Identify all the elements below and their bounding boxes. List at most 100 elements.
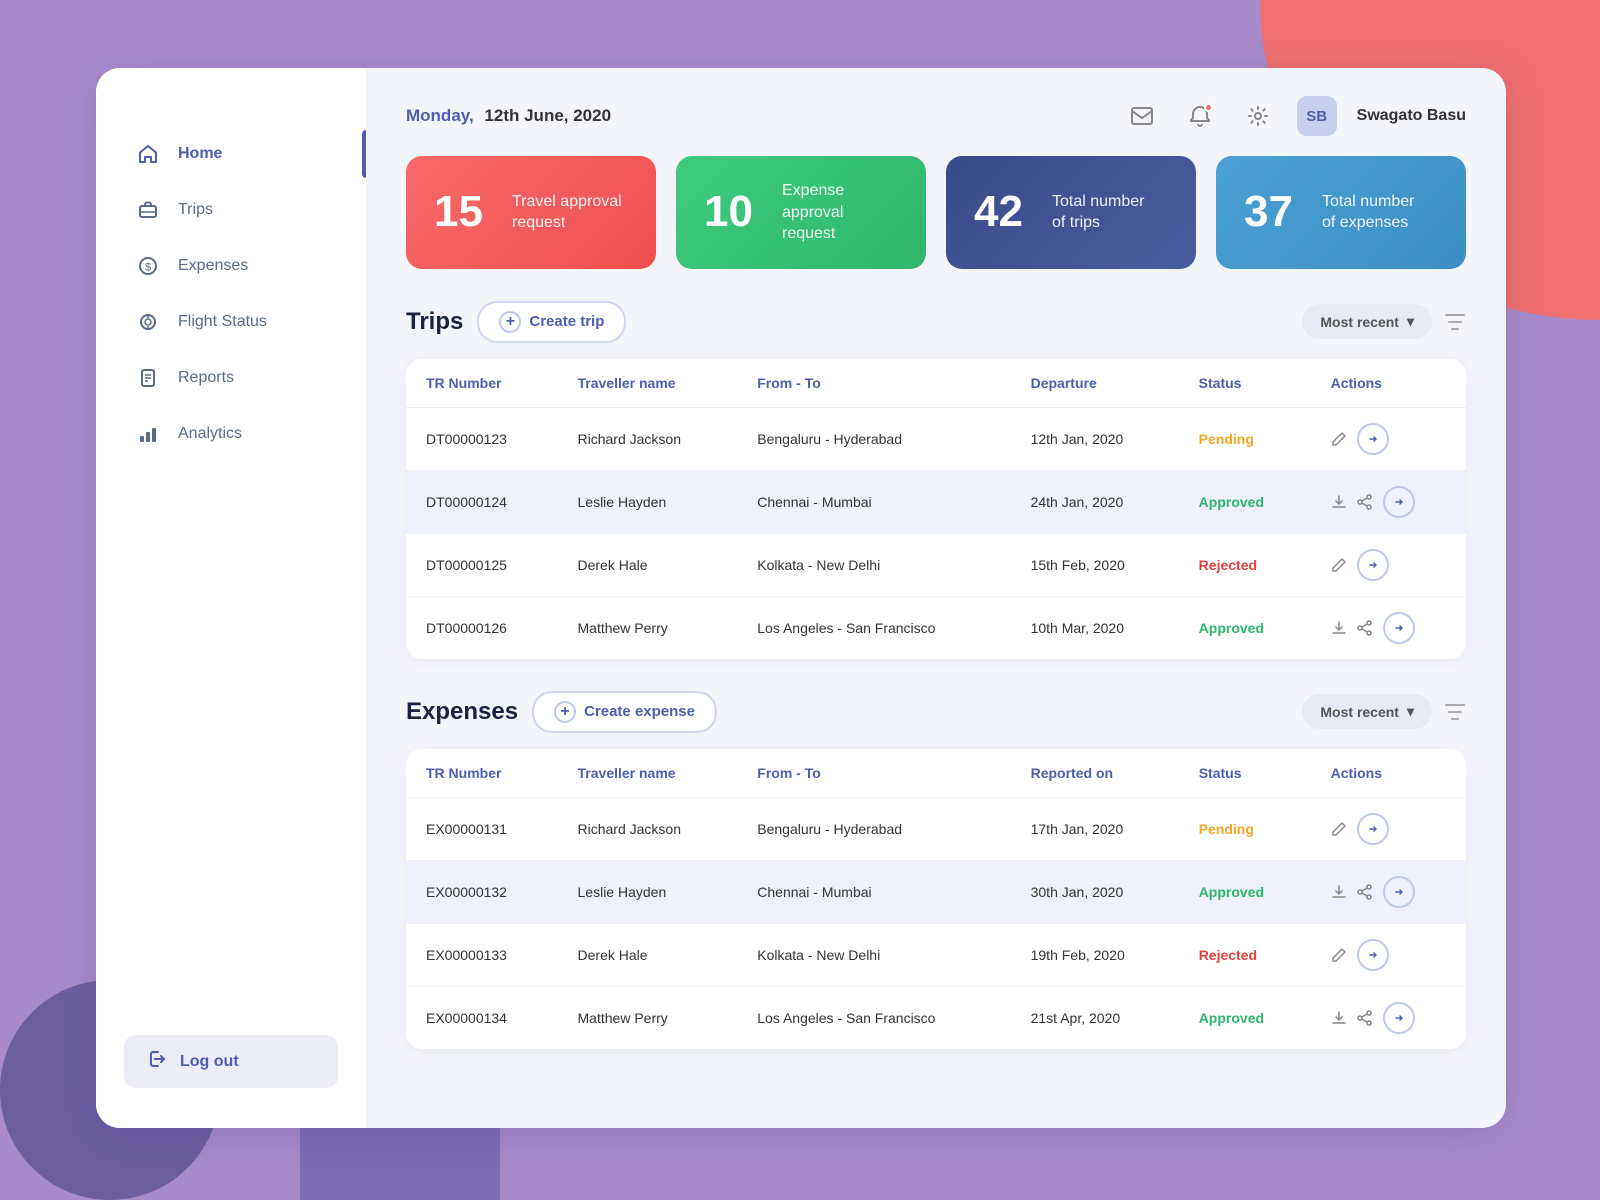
expenses-col-status: Status bbox=[1179, 749, 1311, 798]
trips-cell-departure: 24th Jan, 2020 bbox=[1011, 470, 1179, 533]
notification-dot bbox=[1204, 103, 1213, 112]
expenses-cell-tr-number: EX00000133 bbox=[406, 923, 558, 986]
stat-number-expenses: 37 bbox=[1244, 190, 1304, 234]
trip-share-button[interactable] bbox=[1357, 620, 1373, 636]
trips-cell-actions bbox=[1311, 596, 1466, 659]
stat-number-trips: 42 bbox=[974, 190, 1034, 234]
sidebar-item-home[interactable]: Home bbox=[112, 128, 350, 180]
logout-button[interactable]: Log out bbox=[124, 1035, 338, 1088]
trips-action-icons bbox=[1331, 423, 1446, 455]
expenses-cell-actions bbox=[1311, 860, 1466, 923]
trip-share-button[interactable] bbox=[1357, 494, 1373, 510]
expenses-cell-tr-number: EX00000132 bbox=[406, 860, 558, 923]
expense-share-button[interactable] bbox=[1357, 1010, 1373, 1026]
expenses-table-head: TR Number Traveller name From - To Repor… bbox=[406, 749, 1466, 798]
expense-edit-button[interactable] bbox=[1331, 821, 1347, 837]
sidebar-item-trips[interactable]: Trips bbox=[112, 184, 350, 236]
user-name: Swagato Basu bbox=[1357, 107, 1466, 125]
expenses-cell-traveller: Leslie Hayden bbox=[558, 860, 738, 923]
expense-edit-button[interactable] bbox=[1331, 947, 1347, 963]
trips-col-departure: Departure bbox=[1011, 359, 1179, 408]
create-expense-button[interactable]: + Create expense bbox=[532, 691, 717, 733]
expenses-table-wrapper: TR Number Traveller name From - To Repor… bbox=[406, 749, 1466, 1049]
expense-download-button[interactable] bbox=[1331, 884, 1347, 900]
trip-edit-button[interactable] bbox=[1331, 431, 1347, 447]
mail-button[interactable] bbox=[1123, 97, 1161, 135]
expenses-cell-reported: 19th Feb, 2020 bbox=[1011, 923, 1179, 986]
trips-cell-tr-number: DT00000123 bbox=[406, 407, 558, 470]
stat-card-expense: 10 Expense approvalrequest bbox=[676, 156, 926, 269]
trips-cell-tr-number: DT00000126 bbox=[406, 596, 558, 659]
sidebar-item-reports[interactable]: Reports bbox=[112, 352, 350, 404]
main-content: Monday, 12th June, 2020 SB Swagato Basu bbox=[366, 68, 1506, 1128]
settings-button[interactable] bbox=[1239, 97, 1277, 135]
trips-cell-departure: 15th Feb, 2020 bbox=[1011, 533, 1179, 596]
trip-edit-button[interactable] bbox=[1331, 557, 1347, 573]
trip-view-button[interactable] bbox=[1383, 612, 1415, 644]
expense-share-button[interactable] bbox=[1357, 884, 1373, 900]
expenses-action-icons bbox=[1331, 876, 1446, 908]
expenses-col-traveller: Traveller name bbox=[558, 749, 738, 798]
expenses-sort-button[interactable]: Most recent ▾ bbox=[1302, 694, 1432, 729]
trips-col-status: Status bbox=[1179, 359, 1311, 408]
trips-cell-status: Pending bbox=[1179, 407, 1311, 470]
trip-download-button[interactable] bbox=[1331, 494, 1347, 510]
expense-view-button[interactable] bbox=[1357, 939, 1389, 971]
expense-download-button[interactable] bbox=[1331, 1010, 1347, 1026]
expenses-action-icons bbox=[1331, 1002, 1446, 1034]
expenses-table-row: EX00000134 Matthew Perry Los Angeles - S… bbox=[406, 986, 1466, 1049]
trips-sort-chevron-icon: ▾ bbox=[1407, 313, 1414, 330]
create-trip-button[interactable]: + Create trip bbox=[477, 301, 626, 343]
stat-number-travel: 15 bbox=[434, 190, 494, 234]
sidebar-item-flight-status[interactable]: Flight Status bbox=[112, 296, 350, 348]
expenses-filter-button[interactable] bbox=[1444, 702, 1466, 722]
trips-icon bbox=[136, 198, 160, 222]
trip-view-button[interactable] bbox=[1383, 486, 1415, 518]
expenses-action-icons bbox=[1331, 813, 1446, 845]
expenses-cell-status: Approved bbox=[1179, 986, 1311, 1049]
expenses-table-body: EX00000131 Richard Jackson Bengaluru - H… bbox=[406, 797, 1466, 1049]
trips-cell-status: Approved bbox=[1179, 470, 1311, 533]
stat-label-trips: Total numberof trips bbox=[1052, 191, 1145, 234]
trips-cell-departure: 10th Mar, 2020 bbox=[1011, 596, 1179, 659]
trip-download-button[interactable] bbox=[1331, 620, 1347, 636]
trips-cell-tr-number: DT00000124 bbox=[406, 470, 558, 533]
sidebar-item-analytics[interactable]: Analytics bbox=[112, 408, 350, 460]
trips-filter-button[interactable] bbox=[1444, 312, 1466, 332]
stat-label-expense: Expense approvalrequest bbox=[782, 180, 898, 245]
stat-label-expenses: Total numberof expenses bbox=[1322, 191, 1415, 234]
expenses-table-row: EX00000133 Derek Hale Kolkata - New Delh… bbox=[406, 923, 1466, 986]
expenses-cell-tr-number: EX00000134 bbox=[406, 986, 558, 1049]
logout-label: Log out bbox=[180, 1053, 239, 1071]
create-trip-plus-icon: + bbox=[499, 311, 521, 333]
sidebar-logout: Log out bbox=[124, 1035, 338, 1088]
trips-cell-traveller: Richard Jackson bbox=[558, 407, 738, 470]
trip-view-button[interactable] bbox=[1357, 549, 1389, 581]
expenses-table-header-row: TR Number Traveller name From - To Repor… bbox=[406, 749, 1466, 798]
expense-view-button[interactable] bbox=[1383, 1002, 1415, 1034]
expense-view-button[interactable] bbox=[1383, 876, 1415, 908]
sidebar-item-expenses[interactable]: $ Expenses bbox=[112, 240, 350, 292]
expenses-cell-reported: 17th Jan, 2020 bbox=[1011, 797, 1179, 860]
trips-sort-button[interactable]: Most recent ▾ bbox=[1302, 304, 1432, 339]
home-icon bbox=[136, 142, 160, 166]
expenses-cell-status: Approved bbox=[1179, 860, 1311, 923]
expense-view-button[interactable] bbox=[1357, 813, 1389, 845]
expenses-cell-tr-number: EX00000131 bbox=[406, 797, 558, 860]
create-trip-label: Create trip bbox=[529, 313, 604, 330]
trips-section: Trips + Create trip Most recent ▾ bbox=[406, 301, 1466, 659]
sidebar-label-flight-status: Flight Status bbox=[178, 313, 267, 331]
trips-cell-tr-number: DT00000125 bbox=[406, 533, 558, 596]
create-expense-label: Create expense bbox=[584, 703, 695, 720]
expenses-table: TR Number Traveller name From - To Repor… bbox=[406, 749, 1466, 1049]
app-container: Home Trips $ Expenses Fligh bbox=[96, 68, 1506, 1128]
notification-button[interactable] bbox=[1181, 97, 1219, 135]
trip-view-button[interactable] bbox=[1357, 423, 1389, 455]
logout-icon bbox=[148, 1049, 168, 1074]
trips-title-area: Trips + Create trip bbox=[406, 301, 626, 343]
trips-col-actions: Actions bbox=[1311, 359, 1466, 408]
trips-table-row: DT00000125 Derek Hale Kolkata - New Delh… bbox=[406, 533, 1466, 596]
trips-cell-route: Chennai - Mumbai bbox=[737, 470, 1010, 533]
trips-table-body: DT00000123 Richard Jackson Bengaluru - H… bbox=[406, 407, 1466, 659]
stat-card-expenses: 37 Total numberof expenses bbox=[1216, 156, 1466, 269]
